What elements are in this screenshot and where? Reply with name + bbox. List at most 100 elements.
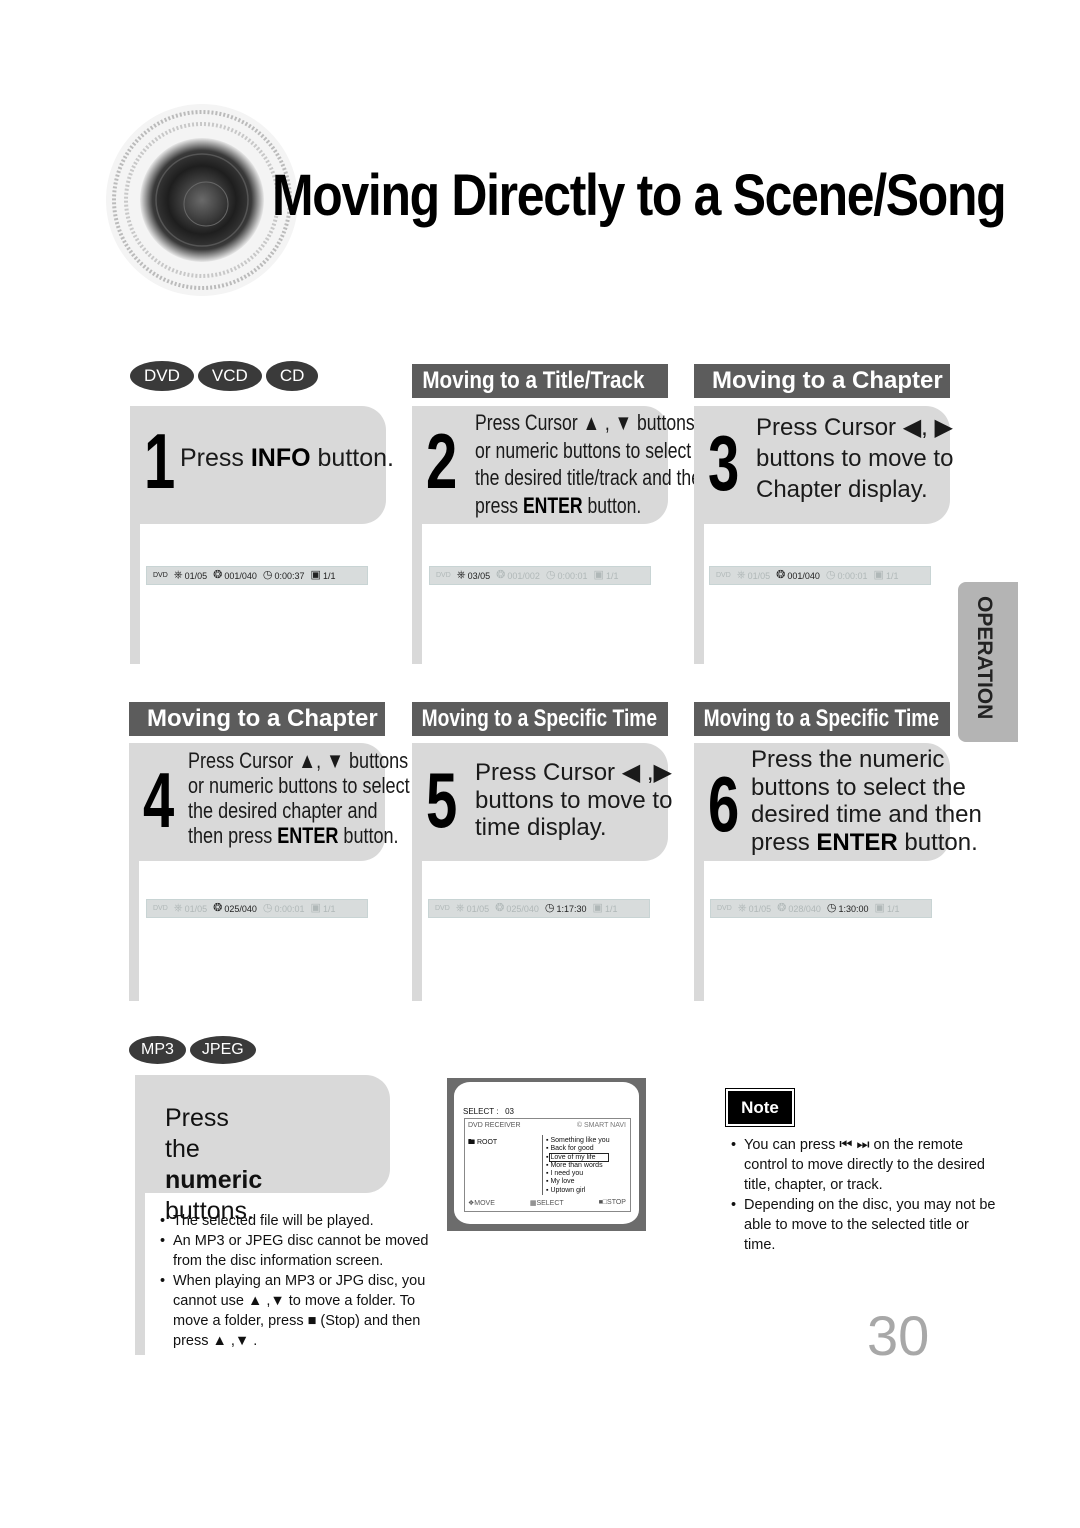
stop-icon: ■□ — [598, 1199, 608, 1206]
info-bar-step-5: DVD ⎈ 01/05 ❂ 025/040 ◷ 1:17:30 ▣ 1/1 — [428, 899, 650, 918]
chapter-value: 001/040 — [787, 570, 820, 581]
angle-value: 1/1 — [885, 570, 899, 581]
badge-vcd: VCD — [197, 361, 262, 391]
step-number: 4 — [143, 756, 175, 844]
folder-icon: 🖿 — [468, 1139, 475, 1146]
mp3-file-icon: ▪ — [546, 1145, 549, 1153]
title-icon: ⎈ — [456, 569, 466, 581]
section-header-specific-time-5: Moving to a Specific Time — [412, 702, 668, 736]
file-type-badges: MP3 JPEG — [129, 1036, 256, 1064]
mp3-file-icon: ▪ — [546, 1153, 549, 1161]
badge-mp3: MP3 — [129, 1036, 186, 1064]
title-value: 01/05 — [184, 570, 208, 581]
file-item[interactable]: ▪ My love — [546, 1178, 610, 1186]
step-instruction: Press Cursor ◀ ,▶ buttons to move to tim… — [475, 759, 673, 841]
mp3-file-icon: ▪ — [546, 1186, 549, 1194]
mp3-note-item: An MP3 or JPEG disc cannot be moved from… — [160, 1231, 450, 1271]
angle-value: 1/1 — [886, 903, 900, 914]
mp3-note-item: The selected file will be played. — [160, 1211, 450, 1231]
title-value: 03/05 — [467, 570, 491, 581]
camera-angle-icon: ▣ — [873, 569, 884, 581]
badge-jpeg: JPEG — [189, 1036, 256, 1064]
badge-dvd: DVD — [130, 361, 194, 391]
step-instruction: Press Cursor ▲, ▼ buttons or numeric but… — [188, 748, 410, 848]
chapter-icon: ❂ — [777, 902, 787, 914]
time-value: 1:17:30 — [556, 903, 587, 914]
badge-cd: CD — [265, 361, 319, 391]
mp3-note-item: When playing an MP3 or JPG disc, you can… — [160, 1271, 450, 1351]
angle-value: 1/1 — [604, 903, 618, 914]
screen-footer: ❖MOVE ▦SELECT ■□STOP — [468, 1199, 626, 1207]
info-bar-step-2: DVD ⎈ 03/05 ❂ 001/002 ◷ 0:00:01 ▣ 1/1 — [429, 566, 651, 585]
operation-side-tab: OPERATION — [958, 582, 1018, 742]
angle-value: 1/1 — [605, 570, 619, 581]
file-item[interactable]: ▪ Uptown girl — [546, 1187, 610, 1195]
camera-angle-icon: ▣ — [310, 902, 321, 914]
time-value: 0:00:01 — [274, 903, 305, 914]
title-icon: ⎈ — [173, 902, 183, 914]
step-number: 3 — [708, 419, 740, 507]
title-value: 01/05 — [184, 903, 208, 914]
camera-angle-icon: ▣ — [874, 902, 885, 914]
mp3-file-icon: ▪ — [546, 1170, 549, 1178]
file-item[interactable]: ▪ I need you — [546, 1170, 610, 1178]
smart-navi-screen: SELECT : 03 DVD RECEIVER © SMART NAVI 🖿 … — [447, 1078, 646, 1231]
note-label: Note — [725, 1088, 795, 1127]
note-item: You can press ⏮ ⏭ on the remote control … — [731, 1135, 996, 1195]
title-value: 01/05 — [747, 570, 771, 581]
step-number: 1 — [144, 417, 176, 505]
mp3-instruction: Press the numeric buttons. — [165, 1104, 263, 1225]
angle-value: 1/1 — [322, 570, 336, 581]
smart-navi-label: © SMART NAVI — [576, 1122, 626, 1129]
mp3-file-icon: ▪ — [546, 1161, 549, 1169]
step-instruction: Press Cursor ◀, ▶ buttons to move to Cha… — [756, 414, 954, 503]
file-item[interactable]: ▪ Something like you — [546, 1137, 610, 1145]
time-value: 0:00:01 — [837, 570, 868, 581]
chapter-icon: ❂ — [213, 902, 223, 914]
file-item-selected[interactable]: ▪ Love of my life — [546, 1152, 610, 1162]
chapter-value: 001/040 — [224, 570, 257, 581]
chapter-icon: ❂ — [496, 569, 506, 581]
disc-label: DVD — [153, 572, 168, 579]
title-icon: ⎈ — [736, 569, 746, 581]
select-readout: SELECT : 03 — [463, 1107, 514, 1116]
info-bar-step-4: DVD ⎈ 01/05 ❂ 025/040 ◷ 0:00:01 ▣ 1/1 — [146, 899, 368, 918]
root-folder[interactable]: 🖿 ROOT — [468, 1138, 497, 1149]
step-number: 6 — [708, 760, 740, 848]
file-list: ▪ Something like you ▪ Back for good ▪ L… — [546, 1137, 610, 1195]
file-item[interactable]: ▪ Back for good — [546, 1145, 610, 1153]
camera-angle-icon: ▣ — [310, 569, 321, 581]
angle-value: 1/1 — [322, 903, 336, 914]
page-title: Moving Directly to a Scene/Song — [272, 163, 1007, 228]
chapter-icon: ❂ — [776, 569, 786, 581]
file-item[interactable]: ▪ More than words — [546, 1162, 610, 1170]
title-icon: ⎈ — [737, 902, 747, 914]
chapter-icon: ❂ — [213, 569, 223, 581]
clock-icon: ◷ — [545, 569, 556, 581]
section-header-chapter: Moving to a Chapter — [694, 364, 950, 398]
clock-icon: ◷ — [262, 902, 273, 914]
title-value: 01/05 — [466, 903, 490, 914]
title-value: 01/05 — [748, 903, 772, 914]
step-instruction: Press the numeric buttons to select the … — [751, 746, 982, 856]
time-value: 0:00:37 — [274, 570, 305, 581]
chapter-value: 001/002 — [507, 570, 540, 581]
chapter-value: 025/040 — [506, 903, 539, 914]
info-bar-step-3: DVD ⎈ 01/05 ❂ 001/040 ◷ 0:00:01 ▣ 1/1 — [709, 566, 931, 585]
camera-angle-icon: ▣ — [593, 569, 604, 581]
mp3-file-icon: ▪ — [546, 1137, 549, 1144]
page-number: 30 — [867, 1304, 930, 1367]
disc-type-badges: DVD VCD CD — [130, 361, 319, 391]
step-instruction: Press Cursor ▲ , ▼ buttons or numeric bu… — [475, 410, 711, 518]
time-value: 0:00:01 — [557, 570, 588, 581]
title-icon: ⎈ — [173, 569, 183, 581]
camera-angle-icon: ▣ — [592, 902, 603, 914]
clock-icon: ◷ — [826, 902, 837, 914]
note-item: Depending on the disc, you may not be ab… — [731, 1195, 996, 1255]
section-header-title-track: Moving to a Title/Track — [412, 364, 668, 398]
info-bar-step-6: DVD ⎈ 01/05 ❂ 028/040 ◷ 1:30:00 ▣ 1/1 — [710, 899, 932, 918]
title-icon: ⎈ — [455, 902, 465, 914]
receiver-label: DVD RECEIVER — [468, 1122, 521, 1129]
section-header-specific-time-6: Moving to a Specific Time — [694, 702, 950, 736]
step-instruction: Press INFO button. — [180, 444, 394, 472]
